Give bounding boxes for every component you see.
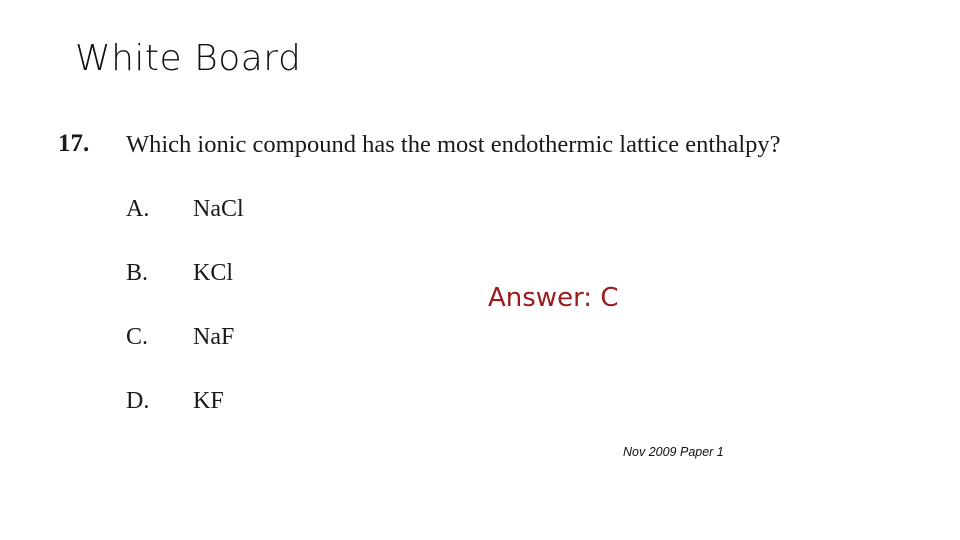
option-b: B. KCl (126, 260, 233, 287)
option-letter: A. (126, 196, 150, 222)
option-text: NaCl (193, 196, 244, 222)
question-block: 17. Which ionic compound has the most en… (0, 0, 960, 540)
option-letter: B. (126, 260, 149, 286)
question-number: 17. (58, 130, 90, 157)
option-text: KF (193, 388, 224, 414)
answer-text: Answer: C (488, 283, 619, 313)
option-text: NaF (193, 324, 235, 350)
option-c: C. NaF (126, 324, 234, 351)
option-letter: C. (126, 324, 149, 350)
source-citation: Nov 2009 Paper 1 (623, 445, 724, 459)
option-a: A. NaCl (126, 196, 244, 223)
question-text: Which ionic compound has the most endoth… (126, 131, 781, 158)
option-text: KCl (193, 260, 234, 286)
option-letter: D. (126, 388, 150, 414)
option-d: D. KF (126, 388, 224, 415)
